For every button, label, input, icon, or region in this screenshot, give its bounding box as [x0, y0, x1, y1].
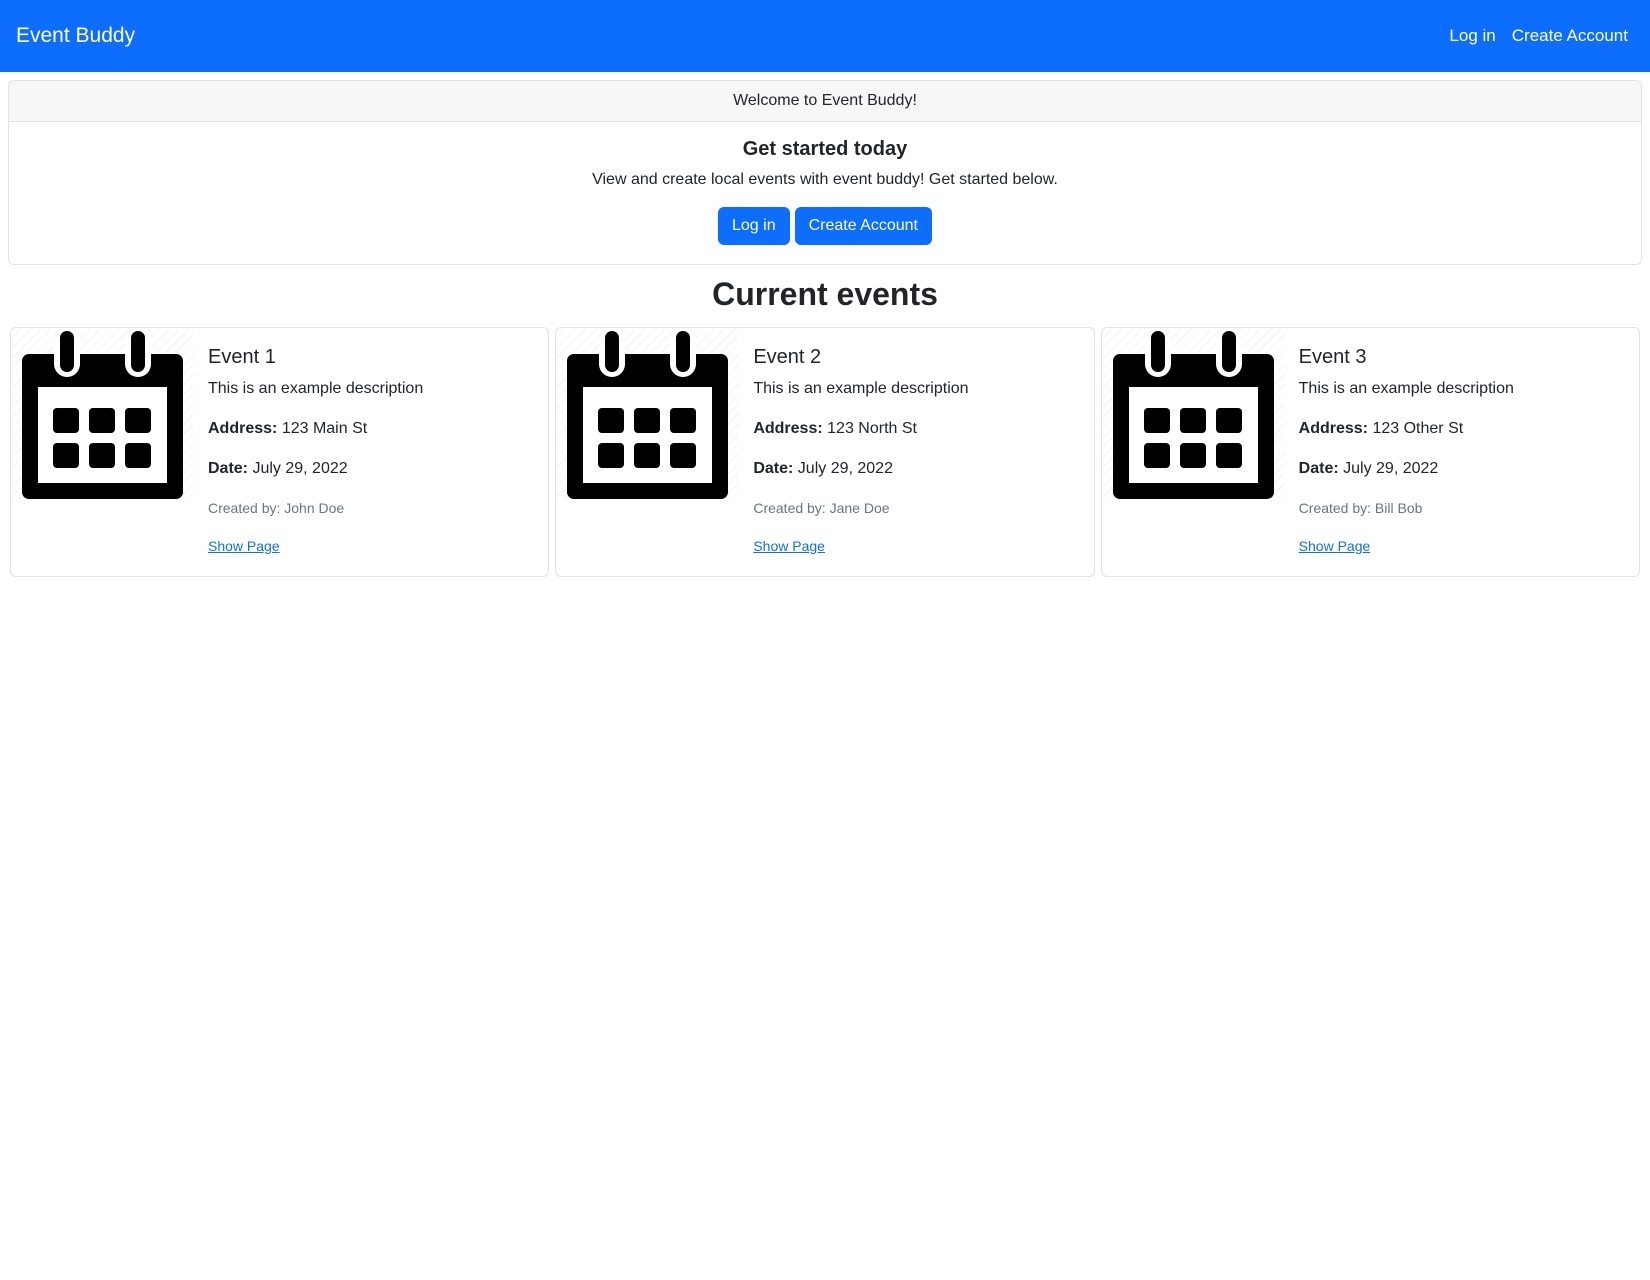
nav-login-link[interactable]: Log in [1449, 26, 1495, 46]
login-button[interactable]: Log in [718, 207, 790, 245]
event-date: Date: July 29, 2022 [753, 458, 1081, 480]
calendar-icon [12, 329, 194, 499]
date-value: July 29, 2022 [252, 460, 348, 477]
event-title: Event 3 [1298, 346, 1367, 368]
welcome-header: Welcome to Event Buddy! [9, 81, 1641, 122]
event-card: Event 1 This is an example description A… [10, 327, 550, 577]
event-date: Date: July 29, 2022 [1299, 458, 1627, 480]
address-label: Address: [753, 420, 823, 437]
address-label: Address: [208, 420, 278, 437]
event-address: Address: 123 Other St [1299, 418, 1627, 440]
brand-logo[interactable]: Event Buddy [16, 24, 135, 48]
address-value: 123 Other St [1372, 420, 1464, 437]
create-account-button[interactable]: Create Account [794, 207, 932, 245]
calendar-icon [557, 329, 740, 499]
event-created-by: Created by: Jane Doe [753, 500, 890, 516]
nav-links: Log in Create Account [1449, 26, 1628, 46]
welcome-title: Get started today [742, 138, 908, 160]
welcome-buttons: Log in Create Account [9, 207, 1641, 245]
welcome-body: Get started today View and create local … [9, 122, 1641, 245]
event-card: Event 2 This is an example description A… [555, 327, 1095, 577]
event-description: This is an example description [208, 380, 424, 397]
events-heading: Current events [712, 276, 938, 312]
event-address: Address: 123 North St [753, 418, 1081, 440]
event-title: Event 1 [208, 346, 276, 368]
address-value: 123 Main St [281, 420, 368, 437]
event-card: Event 3 This is an example description A… [1100, 327, 1640, 577]
nav-create-account-link[interactable]: Create Account [1512, 26, 1628, 46]
calendar-icon [1102, 329, 1285, 499]
event-address: Address: 123 Main St [208, 418, 536, 440]
date-label: Date: [1298, 460, 1339, 477]
event-created-by: Created by: John Doe [208, 500, 345, 516]
address-label: Address: [1298, 420, 1369, 437]
date-value: July 29, 2022 [797, 460, 893, 477]
event-title: Event 2 [753, 346, 822, 368]
show-page-link[interactable]: Show Page [1299, 538, 1371, 554]
event-date: Date: July 29, 2022 [208, 458, 536, 480]
welcome-text: View and create local events with event … [592, 171, 1058, 188]
event-description: This is an example description [1298, 380, 1514, 397]
date-label: Date: [208, 460, 249, 477]
event-card-body: Event 2 This is an example description A… [753, 344, 1081, 556]
navbar: Event Buddy Log in Create Account [0, 0, 1650, 72]
event-card-body: Event 1 This is an example description A… [208, 344, 536, 556]
event-description: This is an example description [753, 380, 969, 397]
show-page-link[interactable]: Show Page [208, 538, 280, 554]
date-label: Date: [753, 460, 794, 477]
event-created-by: Created by: Bill Bob [1298, 500, 1423, 516]
event-card-body: Event 3 This is an example description A… [1299, 344, 1627, 556]
show-page-link[interactable]: Show Page [753, 538, 825, 554]
welcome-card: Welcome to Event Buddy! Get started toda… [8, 80, 1642, 265]
address-value: 123 North St [827, 420, 917, 437]
events-list: Event 1 This is an example description A… [10, 327, 1640, 577]
date-value: July 29, 2022 [1343, 460, 1439, 477]
